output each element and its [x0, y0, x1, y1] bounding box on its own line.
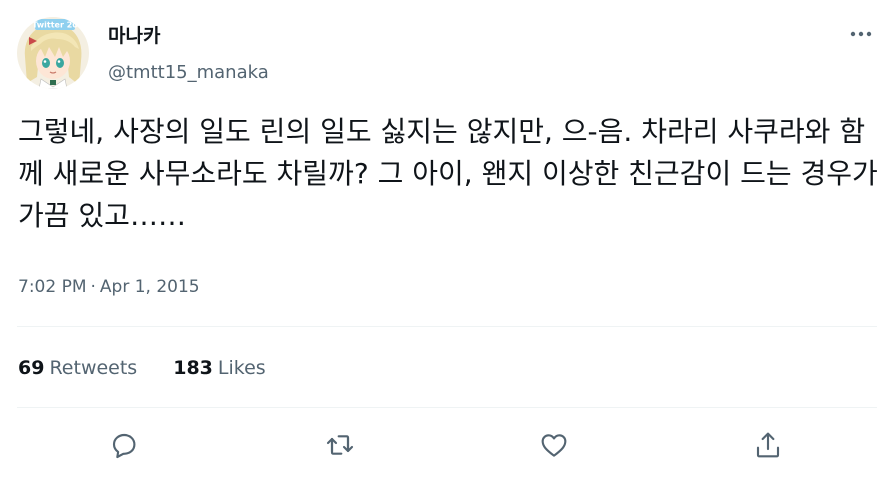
share-icon — [756, 432, 780, 458]
reply-icon — [112, 433, 136, 459]
username-handle[interactable]: @tmtt15_manaka — [108, 62, 269, 84]
divider-bottom — [17, 407, 877, 408]
tweet-timestamp[interactable]: 7:02 PM · Apr 1, 2015 — [18, 276, 200, 298]
divider-top — [17, 326, 877, 327]
like-button[interactable] — [534, 425, 574, 465]
more-horizontal-icon — [850, 31, 872, 37]
like-icon — [541, 434, 567, 457]
tweet-stats: 69 Retweets 183 Likes — [18, 356, 302, 380]
share-button[interactable] — [748, 425, 788, 465]
retweets-label: Retweets — [49, 357, 138, 379]
likes-label: Likes — [217, 357, 266, 379]
retweets-stat[interactable]: 69 Retweets — [18, 356, 137, 380]
tweet-time: 7:02 PM — [18, 277, 87, 297]
tweet-date: Apr 1, 2015 — [99, 277, 200, 297]
retweets-count: 69 — [18, 357, 45, 379]
likes-stat[interactable]: 183 Likes — [173, 356, 265, 380]
more-options-button[interactable] — [846, 22, 878, 46]
reply-button[interactable] — [104, 425, 144, 465]
display-name[interactable]: 마나카 — [108, 24, 160, 48]
retweet-button[interactable] — [320, 425, 360, 465]
timestamp-separator: · — [90, 277, 96, 297]
tweet-text: 그렇네, 사장의 일도 린의 일도 싫지는 않지만, 으-음. 차라리 사쿠라와… — [18, 115, 887, 232]
avatar-badge-text: Twitter 20 — [32, 21, 78, 30]
avatar[interactable]: Twitter 20 — [17, 17, 89, 89]
avatar-image: Twitter 20 — [17, 17, 89, 89]
likes-count: 183 — [173, 357, 213, 379]
retweet-icon — [326, 435, 354, 455]
